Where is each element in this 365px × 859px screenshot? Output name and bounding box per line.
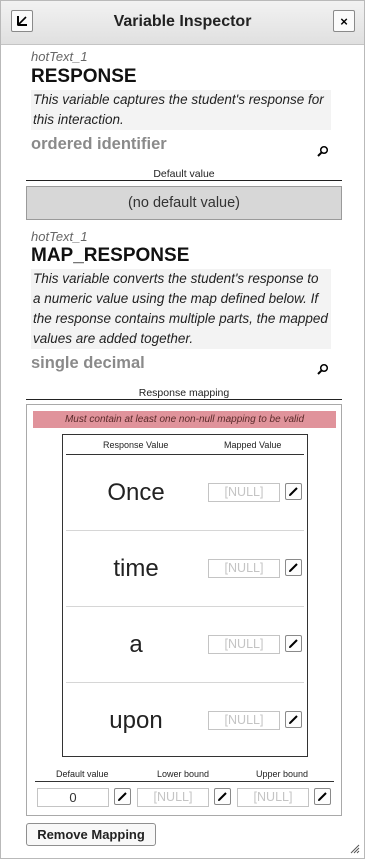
column-header-response: Response Value bbox=[103, 440, 169, 450]
mapped-value-input[interactable]: [NULL] bbox=[208, 559, 280, 578]
mapped-value-input[interactable]: [NULL] bbox=[208, 635, 280, 654]
remove-mapping-button[interactable]: Remove Mapping bbox=[26, 823, 156, 846]
pencil-icon[interactable] bbox=[285, 559, 302, 576]
lower-bound-label: Lower bound bbox=[157, 769, 210, 779]
pencil-icon[interactable] bbox=[314, 788, 331, 805]
close-button[interactable]: × bbox=[333, 10, 355, 32]
variable-type: ordered identifier bbox=[31, 135, 167, 153]
variable-description: This variable converts the student's res… bbox=[31, 269, 331, 349]
lower-bound-input[interactable]: [NULL] bbox=[137, 788, 209, 807]
table-row: Once [NULL] bbox=[66, 455, 304, 531]
mapped-value-input[interactable]: [NULL] bbox=[208, 711, 280, 730]
variable-description: This variable captures the student's res… bbox=[31, 90, 331, 130]
inspector-title: Variable Inspector bbox=[113, 13, 252, 30]
variable-name: RESPONSE bbox=[31, 66, 137, 87]
mapping-table: Response Value Mapped Value Once [NULL] … bbox=[62, 434, 308, 757]
response-value: time bbox=[113, 555, 159, 582]
column-header-mapped: Mapped Value bbox=[224, 440, 282, 450]
response-value: Once bbox=[107, 479, 165, 506]
bounds-divider bbox=[35, 781, 334, 782]
pencil-icon[interactable] bbox=[114, 788, 131, 805]
response-value: upon bbox=[109, 707, 163, 734]
inspector-header: Variable Inspector × bbox=[1, 1, 364, 45]
variable-name: MAP_RESPONSE bbox=[31, 245, 190, 266]
upper-bound-label: Upper bound bbox=[256, 769, 309, 779]
mapped-value-input[interactable]: [NULL] bbox=[208, 483, 280, 502]
resize-grip-icon[interactable] bbox=[350, 844, 360, 854]
default-value-label: Default value bbox=[153, 168, 215, 180]
pencil-icon[interactable] bbox=[285, 483, 302, 500]
magnifier-icon[interactable] bbox=[317, 145, 329, 157]
pencil-icon[interactable] bbox=[285, 711, 302, 728]
upper-bound-input[interactable]: [NULL] bbox=[237, 788, 309, 807]
default-value-input[interactable]: 0 bbox=[37, 788, 109, 807]
variable-type: single decimal bbox=[31, 354, 145, 372]
variable-id: hotText_1 bbox=[31, 49, 88, 64]
variable-inspector-panel: Variable Inspector × hotText_1 RESPONSE … bbox=[0, 0, 365, 859]
response-mapping-label: Response mapping bbox=[138, 387, 230, 399]
table-row: time [NULL] bbox=[66, 531, 304, 607]
table-row: a [NULL] bbox=[66, 607, 304, 683]
response-value: a bbox=[129, 631, 143, 658]
divider bbox=[26, 180, 342, 181]
validation-warning: Must contain at least one non-null mappi… bbox=[33, 411, 336, 428]
magnifier-icon[interactable] bbox=[317, 363, 329, 375]
bounds-default-label: Default value bbox=[56, 769, 109, 779]
pencil-icon[interactable] bbox=[285, 635, 302, 652]
variable-id: hotText_1 bbox=[31, 229, 88, 244]
response-mapping-panel: Must contain at least one non-null mappi… bbox=[26, 404, 342, 816]
table-row: upon [NULL] bbox=[66, 683, 304, 759]
pencil-icon[interactable] bbox=[214, 788, 231, 805]
divider bbox=[26, 399, 342, 400]
default-value-box[interactable]: (no default value) bbox=[26, 186, 342, 220]
